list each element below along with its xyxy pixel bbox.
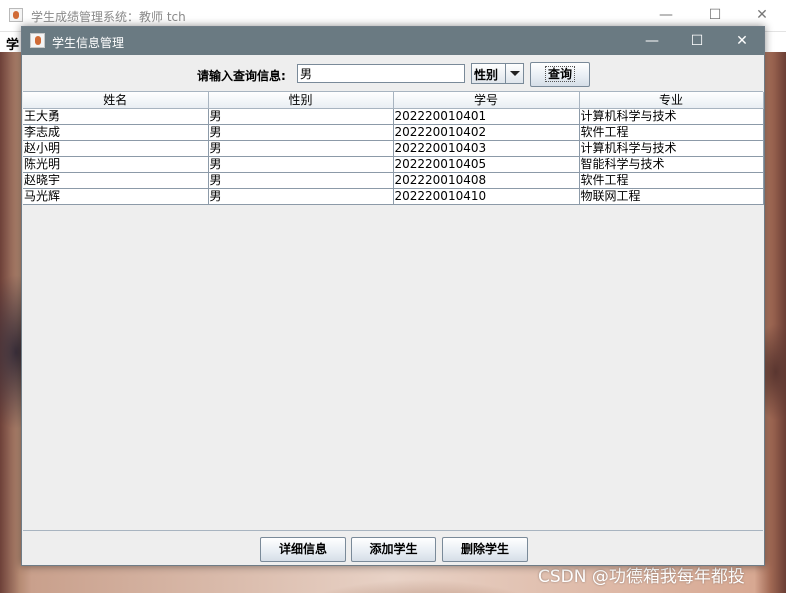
close-icon[interactable]: ✕ [733, 32, 751, 50]
table-row[interactable]: 陈光明 男 202220010405 智能科学与技术 [23, 156, 764, 173]
cell-name[interactable]: 马光辉 [23, 188, 209, 205]
cell-student-id[interactable]: 202220010401 [392, 108, 580, 125]
cell-major[interactable]: 计算机科学与技术 [578, 108, 764, 125]
add-student-button[interactable]: 添加学生 [351, 537, 436, 562]
delete-student-button[interactable]: 删除学生 [442, 537, 528, 562]
background-window-title: 学生成绩管理系统：教师 tch [31, 10, 186, 24]
cell-major[interactable]: 智能科学与技术 [578, 156, 764, 173]
chevron-down-icon[interactable] [505, 64, 523, 83]
minimize-icon[interactable]: — [658, 7, 674, 23]
table-row[interactable]: 赵晓宇 男 202220010408 软件工程 [23, 172, 764, 189]
cell-student-id[interactable]: 202220010402 [392, 124, 580, 141]
query-label: 请输入查询信息: [197, 69, 286, 83]
table-row[interactable]: 李志成 男 202220010402 软件工程 [23, 124, 764, 141]
cell-major[interactable]: 物联网工程 [578, 188, 764, 205]
cell-student-id[interactable]: 202220010403 [392, 140, 580, 157]
cell-gender[interactable]: 男 [207, 172, 394, 189]
query-button[interactable]: 查询 [530, 62, 590, 87]
dialog-titlebar[interactable]: 学生信息管理 — ☐ ✕ [22, 27, 764, 55]
cell-name[interactable]: 王大勇 [23, 108, 209, 125]
query-field-select-value: 性别 [474, 68, 499, 82]
column-header-major[interactable]: 专业 [578, 92, 764, 109]
cell-gender[interactable]: 男 [207, 108, 394, 125]
cell-student-id[interactable]: 202220010410 [392, 188, 580, 205]
cell-name[interactable]: 赵晓宇 [23, 172, 209, 189]
background-menu-item[interactable]: 学 [6, 34, 19, 53]
cell-major[interactable]: 计算机科学与技术 [578, 140, 764, 157]
student-table: 姓名 性别 学号 专业 王大勇 男 202220010401 计算机科学与技术 … [23, 92, 764, 205]
cell-major[interactable]: 软件工程 [578, 172, 764, 189]
student-info-dialog: 学生信息管理 — ☐ ✕ 请输入查询信息: 性别 查询 姓名 性别 学号 [21, 26, 765, 566]
dialog-content: 请输入查询信息: 性别 查询 姓名 性别 学号 专业 [22, 55, 764, 565]
maximize-icon[interactable]: ☐ [688, 32, 706, 50]
query-field-select[interactable]: 性别 [471, 63, 524, 84]
column-header-student-id[interactable]: 学号 [392, 92, 580, 109]
dialog-title: 学生信息管理 [52, 36, 125, 50]
cell-gender[interactable]: 男 [207, 140, 394, 157]
cell-name[interactable]: 李志成 [23, 124, 209, 141]
detail-info-button[interactable]: 详细信息 [260, 537, 346, 562]
cell-gender[interactable]: 男 [207, 188, 394, 205]
cell-gender[interactable]: 男 [207, 156, 394, 173]
java-app-icon [30, 33, 45, 48]
close-icon[interactable]: ✕ [754, 7, 770, 23]
maximize-icon[interactable]: ☐ [707, 7, 723, 23]
table-row[interactable]: 王大勇 男 202220010401 计算机科学与技术 [23, 108, 764, 125]
cell-gender[interactable]: 男 [207, 124, 394, 141]
cell-student-id[interactable]: 202220010408 [392, 172, 580, 189]
cell-name[interactable]: 陈光明 [23, 156, 209, 173]
cell-student-id[interactable]: 202220010405 [392, 156, 580, 173]
table-row[interactable]: 赵小明 男 202220010403 计算机科学与技术 [23, 140, 764, 157]
query-button-label: 查询 [544, 66, 575, 82]
student-table-viewport[interactable]: 姓名 性别 学号 专业 王大勇 男 202220010401 计算机科学与技术 … [23, 91, 764, 531]
cell-major[interactable]: 软件工程 [578, 124, 764, 141]
cell-name[interactable]: 赵小明 [23, 140, 209, 157]
column-header-name[interactable]: 姓名 [23, 92, 209, 109]
query-input[interactable] [297, 64, 465, 83]
minimize-icon[interactable]: — [643, 32, 661, 50]
java-app-icon [9, 8, 23, 22]
column-header-gender[interactable]: 性别 [207, 92, 394, 109]
table-row[interactable]: 马光辉 男 202220010410 物联网工程 [23, 188, 764, 205]
table-header-row: 姓名 性别 学号 专业 [23, 92, 764, 109]
